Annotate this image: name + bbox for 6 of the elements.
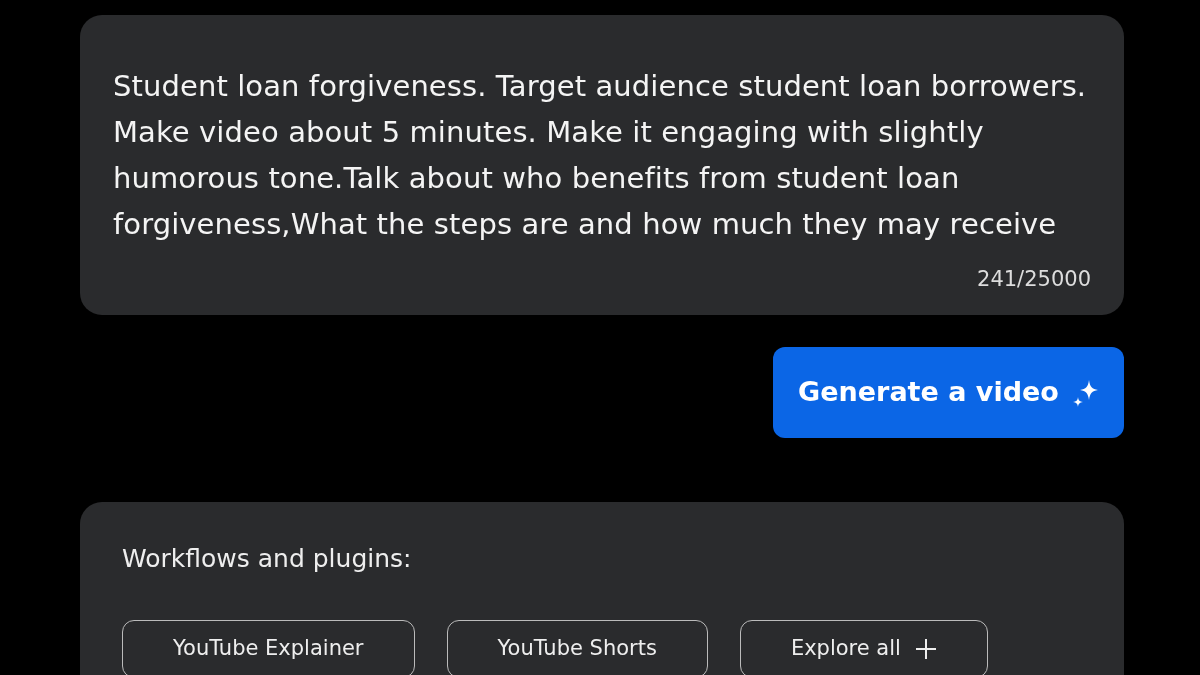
plus-icon bbox=[914, 637, 937, 660]
character-counter: 241/25000 bbox=[976, 265, 1091, 293]
generate-video-button[interactable]: Generate a video bbox=[773, 347, 1124, 438]
workflows-title: Workflows and plugins: bbox=[122, 543, 413, 575]
prompt-text: Student loan forgiveness. Target audience student loan borrowers. Make video about 5 minutes. Make it engaging with slightly humorous tone.Talk about who benefits from student loan forgiveness,What the steps are and how much they may receive bbox=[113, 68, 1088, 243]
prompt-field[interactable] bbox=[80, 15, 1124, 315]
